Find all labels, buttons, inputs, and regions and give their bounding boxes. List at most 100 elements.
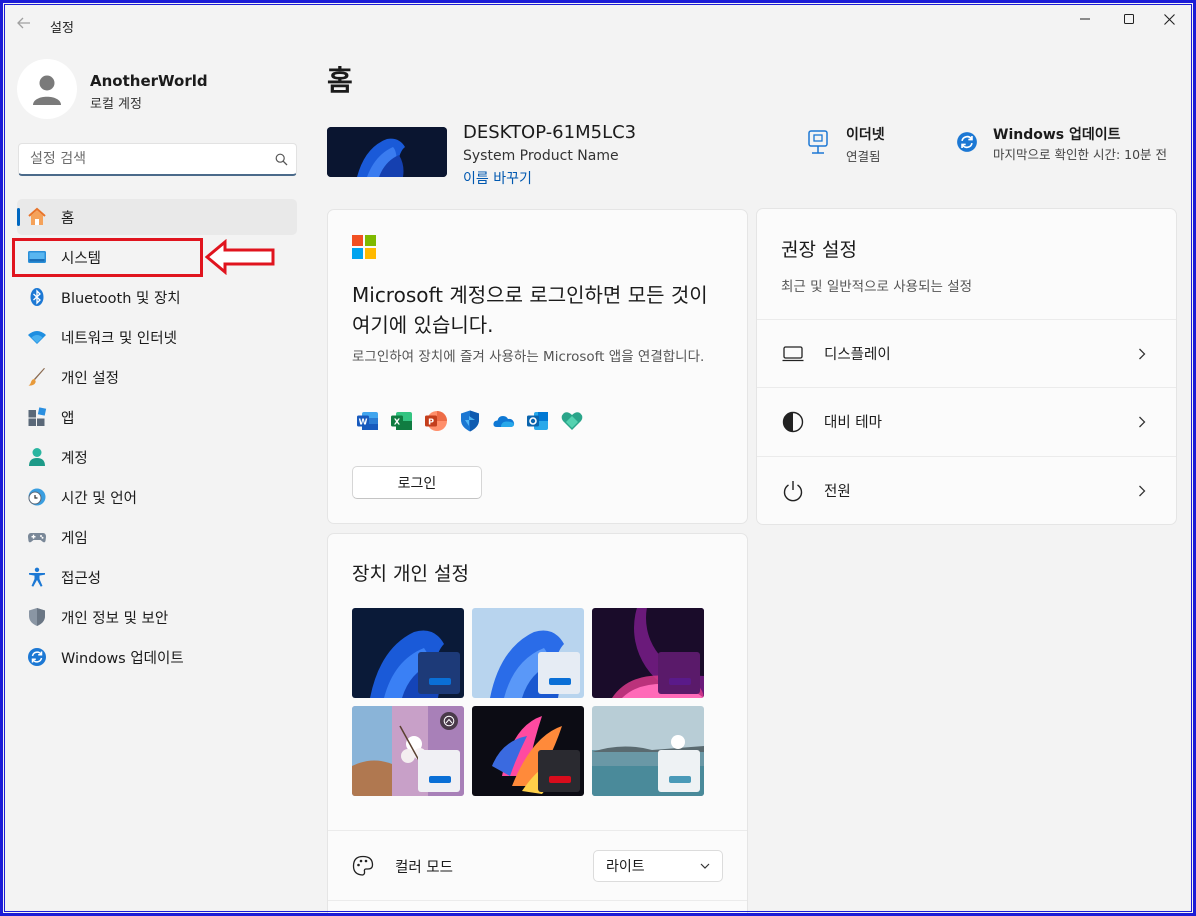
recommended-title: 권장 설정 xyxy=(781,239,857,261)
sidebar-item-personalization[interactable]: 개인 설정 xyxy=(17,359,297,395)
clock-globe-icon xyxy=(27,487,47,507)
theme-accent-bar xyxy=(669,776,691,783)
sidebar-item-label: 시간 및 언어 xyxy=(61,490,137,507)
sidebar-item-label: 게임 xyxy=(61,530,88,547)
theme-windows-dark[interactable] xyxy=(352,608,464,698)
svg-text:X: X xyxy=(394,418,401,427)
color-mode-label: 컬러 모드 xyxy=(395,860,453,876)
back-arrow-icon xyxy=(17,17,30,29)
theme-spotlight[interactable] xyxy=(352,706,464,796)
apps-icon xyxy=(27,407,47,427)
recommended-item-contrast[interactable]: 대비 테마 xyxy=(757,387,1176,455)
sidebar-item-time-language[interactable]: 시간 및 언어 xyxy=(17,479,297,515)
app-title: 설정 xyxy=(50,21,74,36)
search-input[interactable] xyxy=(19,144,266,174)
highlight-box xyxy=(12,238,203,277)
ethernet-status-text: 연결됨 xyxy=(846,149,881,164)
signin-button[interactable]: 로그인 xyxy=(352,466,482,499)
account-type: 로컬 계정 xyxy=(90,97,142,112)
minimize-icon xyxy=(1080,18,1090,20)
sidebar-item-label: 홈 xyxy=(61,210,75,227)
user-icon xyxy=(33,75,61,105)
chevron-right-icon xyxy=(1132,416,1152,428)
ethernet-icon xyxy=(807,130,829,156)
ms-account-description: 로그인하여 장치에 즐겨 사용하는 Microsoft 앱을 연결합니다. xyxy=(352,349,705,365)
recommended-settings-card: 권장 설정 최근 및 일반적으로 사용되는 설정 디스플레이 대비 테마 전원 xyxy=(756,208,1177,525)
brush-icon xyxy=(27,367,47,387)
back-button[interactable] xyxy=(13,13,35,35)
theme-accent-bar xyxy=(549,776,571,783)
close-icon xyxy=(1163,13,1175,25)
chevron-down-icon xyxy=(700,863,710,869)
page-title: 홈 xyxy=(327,64,353,97)
family-icon xyxy=(560,409,584,433)
home-icon xyxy=(27,207,47,227)
app-icon-row: W X P xyxy=(356,409,584,433)
ms-account-card: Microsoft 계정으로 로그인하면 모든 것이 여기에 있습니다. 로그인… xyxy=(327,209,748,524)
recommended-item-label: 디스플레이 xyxy=(824,347,891,363)
recommended-item-power[interactable]: 전원 xyxy=(757,456,1176,524)
sidebar-item-accounts[interactable]: 계정 xyxy=(17,439,297,475)
avatar[interactable] xyxy=(17,59,77,119)
maximize-button[interactable] xyxy=(1109,7,1149,31)
theme-flow[interactable] xyxy=(472,706,584,796)
personalization-title: 장치 개인 설정 xyxy=(352,563,469,585)
spotlight-icon xyxy=(440,712,458,730)
search-icon[interactable] xyxy=(266,144,296,174)
theme-accent-bar xyxy=(669,678,691,685)
sidebar-item-home[interactable]: 홈 xyxy=(17,199,297,235)
color-mode-dropdown[interactable]: 라이트 xyxy=(593,850,723,882)
sidebar-item-label: Bluetooth 및 장치 xyxy=(61,290,181,307)
update-icon xyxy=(27,647,47,667)
recommended-subtitle: 최근 및 일반적으로 사용되는 설정 xyxy=(781,279,973,295)
accessibility-icon xyxy=(27,567,47,587)
close-button[interactable] xyxy=(1149,7,1189,31)
word-icon: W xyxy=(356,409,380,433)
power-icon xyxy=(781,479,805,503)
onedrive-icon xyxy=(492,409,516,433)
outlook-icon xyxy=(526,409,550,433)
pointer-arrow-icon xyxy=(205,239,275,275)
sidebar-item-label: 개인 설정 xyxy=(61,370,119,387)
minimize-button[interactable] xyxy=(1065,7,1105,31)
sidebar-item-label: 네트워크 및 인터넷 xyxy=(61,330,177,347)
sidebar-item-privacy[interactable]: 개인 정보 및 보안 xyxy=(17,599,297,635)
sidebar-item-bluetooth[interactable]: Bluetooth 및 장치 xyxy=(17,279,297,315)
powerpoint-icon: P xyxy=(424,409,448,433)
sidebar-item-label: 접근성 xyxy=(61,570,102,587)
sidebar-item-windows-update[interactable]: Windows 업데이트 xyxy=(17,639,297,675)
recommended-item-display[interactable]: 디스플레이 xyxy=(757,319,1176,387)
sidebar-item-label: 계정 xyxy=(61,450,88,467)
chevron-right-icon xyxy=(1132,348,1152,360)
theme-glow[interactable] xyxy=(592,608,704,698)
search-box xyxy=(18,143,297,176)
theme-sunrise[interactable] xyxy=(592,706,704,796)
recommended-item-label: 전원 xyxy=(824,484,851,500)
contrast-icon xyxy=(781,410,805,434)
device-thumbnail xyxy=(327,127,447,177)
theme-windows-light[interactable] xyxy=(472,608,584,698)
update-status-title[interactable]: Windows 업데이트 xyxy=(993,124,1121,144)
theme-accent-bar xyxy=(429,776,451,783)
device-personalization-card: 장치 개인 설정 컬러 모드 라이트 xyxy=(327,533,748,913)
sidebar-item-label: 앱 xyxy=(61,410,75,427)
sidebar-item-label: Windows 업데이트 xyxy=(61,650,184,667)
ethernet-status-title[interactable]: 이더넷 xyxy=(846,124,885,144)
divider xyxy=(328,830,747,831)
ms-account-title: Microsoft 계정으로 로그인하면 모든 것이 여기에 있습니다. xyxy=(352,283,708,337)
rename-link[interactable]: 이름 바꾸기 xyxy=(463,168,532,188)
sidebar-item-apps[interactable]: 앱 xyxy=(17,399,297,435)
bluetooth-icon xyxy=(27,287,47,307)
sidebar-item-gaming[interactable]: 게임 xyxy=(17,519,297,555)
sidebar-item-accessibility[interactable]: 접근성 xyxy=(17,559,297,595)
theme-grid xyxy=(352,608,704,796)
maximize-icon xyxy=(1124,14,1134,24)
sidebar-item-network[interactable]: 네트워크 및 인터넷 xyxy=(17,319,297,355)
shield-icon xyxy=(27,607,47,627)
wifi-icon xyxy=(27,327,47,347)
svg-text:P: P xyxy=(428,418,434,427)
svg-text:W: W xyxy=(359,418,368,427)
user-name: AnotherWorld xyxy=(90,72,208,90)
update-status-icon xyxy=(956,131,978,153)
theme-accent-bar xyxy=(549,678,571,685)
